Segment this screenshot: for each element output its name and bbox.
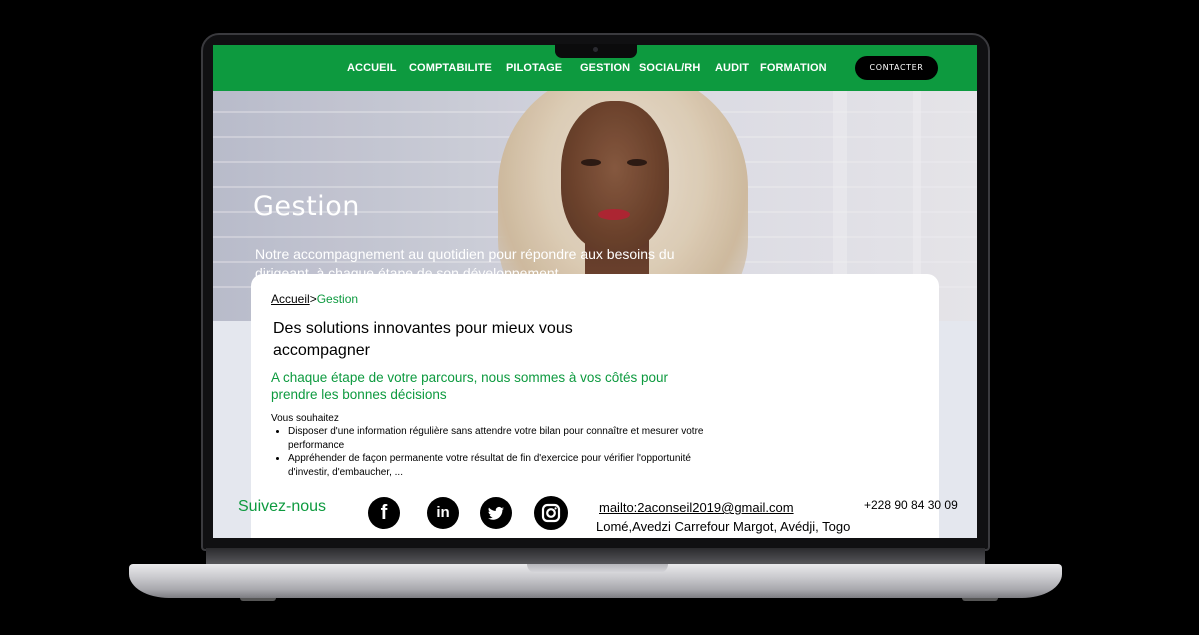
nav-item-social-rh[interactable]: SOCIAL/RH [639, 62, 700, 74]
section-title: Des solutions innovantes pour mieux vous… [273, 320, 573, 359]
laptop-foot [962, 598, 998, 601]
follow-us-label: Suivez-nous [238, 498, 327, 515]
breadcrumb-separator: > [309, 292, 317, 306]
phone-number: +228 90 84 30 09 [864, 498, 958, 512]
laptop-foot [240, 598, 276, 601]
nav-item-accueil[interactable]: ACCUEIL [347, 62, 397, 74]
breadcrumb: Accueil>Gestion [271, 292, 358, 306]
linkedin-icon[interactable]: in [427, 497, 459, 529]
email-link[interactable]: mailto:2aconseil2019@gmail.com [599, 500, 794, 515]
nav-item-pilotage[interactable]: PILOTAGE [506, 62, 562, 74]
content-card: Accueil>Gestion Des solutions innovantes… [251, 274, 939, 538]
instagram-glyph [541, 503, 561, 523]
nav-item-comptabilite[interactable]: COMPTABILITE [409, 62, 492, 74]
laptop-opening-groove [527, 564, 668, 573]
list-item: Appréhender de façon permanente votre ré… [288, 452, 718, 479]
twitter-icon[interactable] [480, 497, 512, 529]
nav-item-formation[interactable]: FORMATION [760, 62, 827, 74]
intro-text: Vous souhaitez [271, 413, 339, 424]
nav-item-audit[interactable]: AUDIT [715, 62, 749, 74]
facebook-icon[interactable]: f [368, 497, 400, 529]
instagram-icon[interactable] [534, 496, 568, 530]
benefit-list: Disposer d'une information régulière san… [271, 425, 718, 479]
hero-title: Gestion [253, 191, 360, 222]
breadcrumb-current: Gestion [316, 292, 359, 306]
nav-item-gestion[interactable]: GESTION [580, 62, 630, 74]
list-item: Disposer d'une information régulière san… [288, 425, 718, 452]
laptop-hinge [206, 548, 985, 564]
browser-screen: ACCUEIL COMPTABILITE PILOTAGE GESTION SO… [213, 45, 977, 538]
camera-notch [555, 44, 637, 58]
twitter-bird-glyph [488, 506, 504, 520]
breadcrumb-home-link[interactable]: Accueil [271, 292, 310, 306]
section-subtitle: A chaque étape de votre parcours, nous s… [271, 370, 668, 402]
contact-button[interactable]: CONTACTER [855, 56, 938, 80]
address-text: Lomé,Avedzi Carrefour Margot, Avédji, To… [596, 519, 851, 534]
